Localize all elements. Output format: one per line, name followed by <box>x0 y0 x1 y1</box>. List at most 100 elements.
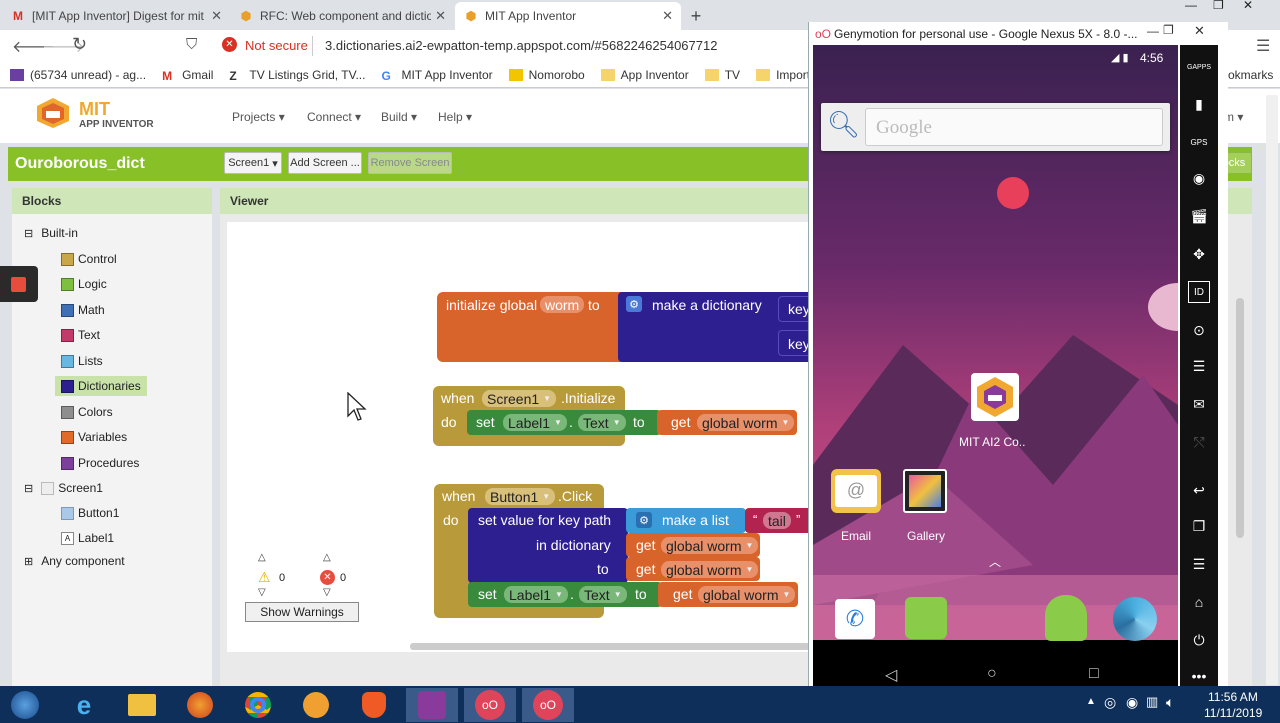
error-next-icon[interactable]: ▽ <box>323 587 331 598</box>
chrome-app-icon[interactable] <box>1113 597 1157 641</box>
collapse-icon[interactable]: ⊟ <box>24 482 33 495</box>
kebab-menu-icon[interactable]: ☰ <box>1256 36 1270 56</box>
bookmark-item[interactable]: Nomorobo <box>508 68 585 82</box>
collapse-icon[interactable]: ⊟ <box>24 227 33 240</box>
warning-prev-icon[interactable]: △ <box>258 552 266 563</box>
open-gapps-icon[interactable]: GAPPS <box>1187 57 1211 79</box>
start-button[interactable] <box>0 688 50 722</box>
horizontal-scrollbar[interactable] <box>410 643 810 650</box>
minimize-icon[interactable]: — <box>1185 0 1197 12</box>
component-dropdown[interactable]: Label1 ▼ <box>504 586 568 603</box>
category-control[interactable]: Control <box>61 252 117 266</box>
not-secure-icon[interactable]: ✕ <box>222 37 237 52</box>
bookmark-item[interactable]: Importe <box>756 68 808 82</box>
tray-app-icon[interactable]: ◉ <box>1126 694 1138 711</box>
stop-icon[interactable] <box>11 277 26 292</box>
taskbar-genymotion[interactable]: oO <box>464 688 516 722</box>
menu-help[interactable]: Help ▾ <box>438 110 472 124</box>
taskbar-ie[interactable]: e <box>58 688 110 722</box>
gallery-app-icon[interactable] <box>903 469 947 513</box>
category-variables[interactable]: Variables <box>61 430 127 444</box>
taskbar-genymotion-player[interactable]: oO <box>522 688 574 722</box>
move-icon[interactable]: ✥ <box>1188 243 1210 265</box>
clock-time[interactable]: 11:56 AM <box>1208 690 1258 704</box>
variable-dropdown[interactable]: global worm ▼ <box>661 537 759 554</box>
menu-icon[interactable]: ☰ <box>1188 553 1210 575</box>
power-icon[interactable]: ⏻ <box>1188 629 1210 651</box>
share-icon[interactable]: ⤲ <box>1188 431 1210 453</box>
expand-icon[interactable]: ⊞ <box>24 555 33 568</box>
recent-apps-icon[interactable]: ❐ <box>1188 515 1210 537</box>
volume-icon[interactable]: 🔈︎ <box>1166 694 1174 711</box>
restore-icon[interactable]: ❐ <box>1163 23 1174 37</box>
nav-recents-icon[interactable]: □ <box>1089 665 1099 683</box>
category-lists[interactable]: Lists <box>61 354 103 368</box>
taskbar-app[interactable] <box>290 688 342 722</box>
network-icon[interactable]: ☰ <box>1188 355 1210 377</box>
taskbar-brave[interactable] <box>348 688 400 722</box>
tab-mit-app-inventor[interactable]: ⬢ MIT App Inventor ✕ <box>455 2 681 30</box>
gps-icon[interactable]: GPS <box>1188 131 1210 153</box>
home-icon[interactable]: ⌂ <box>1188 591 1210 613</box>
tray-app-icon[interactable]: ◎ <box>1104 694 1116 711</box>
battery-icon[interactable]: ▮ <box>1188 93 1210 115</box>
other-bookmarks[interactable]: okmarks <box>1228 62 1280 88</box>
mutator-gear-icon[interactable]: ⚙ <box>636 512 652 528</box>
bookmark-icon[interactable]: ⛉ <box>186 36 197 53</box>
bookmark-item[interactable]: App Inventor <box>600 68 689 82</box>
component-dropdown[interactable]: Button1 ▼ <box>485 488 556 505</box>
category-colors[interactable]: Colors <box>61 405 113 419</box>
category-procedures[interactable]: Procedures <box>61 456 139 470</box>
network-icon[interactable]: ▥ <box>1146 694 1158 710</box>
app-drawer-icon[interactable]: ︿ <box>989 553 1001 570</box>
remove-screen-button[interactable]: Remove Screen <box>368 152 452 174</box>
category-math[interactable]: Math <box>61 303 105 317</box>
messaging-app-icon[interactable] <box>905 597 947 639</box>
taskbar-firefox[interactable] <box>174 688 226 722</box>
close-icon[interactable]: ✕ <box>211 8 222 24</box>
property-dropdown[interactable]: Text ▼ <box>578 414 626 431</box>
taskbar-appinventor[interactable] <box>406 688 458 722</box>
phone-app-icon[interactable]: ✆ <box>835 599 875 639</box>
component-button1[interactable]: Button1 <box>61 506 119 520</box>
menu-connect[interactable]: Connect ▾ <box>307 110 361 124</box>
component-label1[interactable]: A Label1 <box>61 531 114 545</box>
new-tab-button[interactable]: + <box>684 2 708 30</box>
screen-select[interactable]: Screen1 ▾ <box>224 152 282 174</box>
bookmark-item[interactable]: (65734 unread) - ag... <box>10 68 146 82</box>
any-component-node[interactable]: ⊞ Any component <box>24 554 125 568</box>
vertical-scrollbar[interactable] <box>1236 298 1244 538</box>
category-text[interactable]: Text <box>61 328 100 342</box>
nav-back-icon[interactable]: ◁ <box>885 665 897 685</box>
tab-rfc[interactable]: ⬢ RFC: Web component and diction ✕ <box>230 2 454 30</box>
sms-icon[interactable]: ✉ <box>1188 393 1210 415</box>
bookmark-item[interactable]: TV <box>704 68 740 82</box>
email-app-icon[interactable]: @ <box>831 469 881 513</box>
app-inventor-logo[interactable] <box>34 97 72 129</box>
bookmark-item[interactable]: Z TV Listings Grid, TV... <box>229 68 365 83</box>
clock-date[interactable]: 11/11/2019 <box>1204 706 1262 720</box>
disk-icon[interactable]: ⊙ <box>1188 319 1210 341</box>
taskbar-explorer[interactable] <box>116 688 168 722</box>
tab-gmail-digest[interactable]: M [MIT App Inventor] Digest for mit ✕ <box>2 2 230 30</box>
device-id-icon[interactable]: ID <box>1188 281 1210 303</box>
component-dropdown[interactable]: Screen1 ▼ <box>482 390 557 407</box>
mutator-gear-icon[interactable]: ⚙ <box>626 296 642 312</box>
reload-icon[interactable]: ↻ <box>72 34 87 55</box>
more-icon[interactable]: ••• <box>1188 665 1210 687</box>
restore-icon[interactable]: ❐ <box>1213 0 1224 12</box>
recording-widget[interactable] <box>0 266 38 302</box>
nav-home-icon[interactable]: ○ <box>987 665 997 683</box>
webcam-icon[interactable]: ◉ <box>1188 167 1210 189</box>
address-bar[interactable]: 3.dictionaries.ai2-ewpatton-temp.appspot… <box>325 38 717 53</box>
property-dropdown[interactable]: Text ▼ <box>579 586 627 603</box>
category-logic[interactable]: Logic <box>61 277 107 291</box>
android-screen[interactable]: ◢ ▮ 4:56 🔍︎ Google MIT AI2 Co.. @ Email … <box>813 45 1178 686</box>
page-scrollbar[interactable] <box>1266 95 1278 685</box>
capture-icon[interactable]: 🎬︎ <box>1188 205 1210 227</box>
add-screen-button[interactable]: Add Screen ... <box>288 152 362 174</box>
android-app-icon[interactable] <box>1045 595 1087 641</box>
google-search-input[interactable]: Google <box>865 108 1163 146</box>
builtin-node[interactable]: ⊟ Built-in <box>24 226 78 240</box>
tray-expand-icon[interactable]: ▲ <box>1086 696 1096 707</box>
